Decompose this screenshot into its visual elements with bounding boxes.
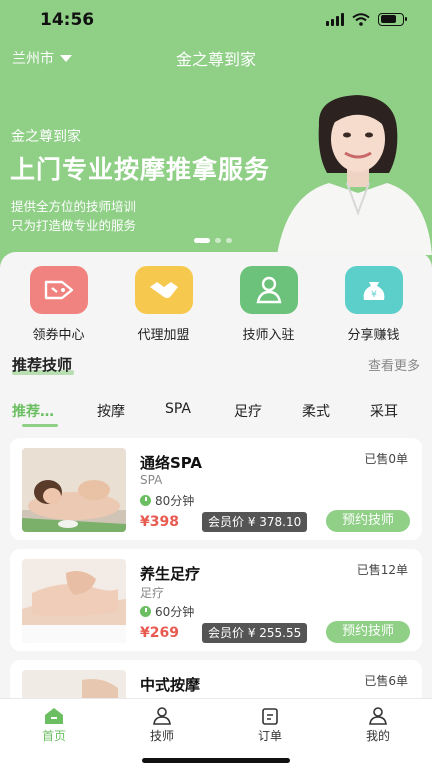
wifi-icon xyxy=(352,12,370,26)
home-icon xyxy=(45,708,63,724)
nav-label: 订单 xyxy=(257,729,282,743)
banner-dot[interactable] xyxy=(215,238,221,243)
service-category: 足疗 xyxy=(140,586,165,600)
book-technician-button[interactable]: 预约技师 xyxy=(326,621,410,643)
member-price-badge: 会员价 ¥ 255.55 xyxy=(202,623,308,643)
service-price: ¥398 xyxy=(140,514,179,530)
tab-massage[interactable]: 按摩 xyxy=(97,401,125,421)
clock-icon xyxy=(140,606,151,617)
service-category: SPA xyxy=(140,473,163,487)
quick-action-label: 技师入驻 xyxy=(242,328,295,343)
quick-action-label: 领券中心 xyxy=(32,328,85,343)
book-technician-button[interactable]: 预约技师 xyxy=(326,510,410,532)
nav-technician[interactable]: 技师 xyxy=(122,707,202,744)
signal-icon xyxy=(326,12,344,26)
banner-subtitle-2: 只为打造做专业的服务 xyxy=(11,218,137,233)
top-header: 兰州市 金之尊到家 xyxy=(0,44,432,70)
quick-actions: 领券中心 代理加盟 技师入驻 ¥ 分享赚钱 xyxy=(0,266,432,346)
service-image xyxy=(22,559,126,643)
profile-icon xyxy=(369,707,387,725)
nav-profile[interactable]: 我的 xyxy=(338,707,418,744)
money-bag-icon: ¥ xyxy=(344,266,403,314)
technician-icon xyxy=(153,707,171,725)
nav-orders[interactable]: 订单 xyxy=(230,707,310,744)
banner-dot[interactable] xyxy=(194,238,210,243)
service-name: 中式按摩 xyxy=(140,676,201,694)
tab-recommend[interactable]: 推荐… xyxy=(12,401,54,421)
battery-icon xyxy=(378,12,407,26)
nav-label: 我的 xyxy=(365,729,390,743)
handshake-icon xyxy=(134,266,193,314)
category-tabs: 推荐… 按摩 SPA 足疗 柔式 采耳 xyxy=(0,398,432,430)
banner-brand: 金之尊到家 xyxy=(11,129,81,145)
service-name: 养生足疗 xyxy=(140,565,201,583)
quick-action-join[interactable]: 技师入驻 xyxy=(224,266,314,346)
service-image xyxy=(22,448,126,532)
coupon-tag-icon xyxy=(29,266,88,314)
recommend-title: 推荐技师 xyxy=(12,356,73,374)
clock-icon xyxy=(140,495,151,506)
hero-area: 14:56 兰州市 金之尊到家 金之尊到家 上门专业按摩推拿服务 提供全方位的技… xyxy=(0,0,432,270)
sold-count: 已售6单 xyxy=(364,674,408,688)
banner-pagination[interactable] xyxy=(194,238,232,243)
nav-label: 首页 xyxy=(41,729,66,743)
therapist-photo xyxy=(277,95,432,255)
quick-action-agency[interactable]: 代理加盟 xyxy=(119,266,209,346)
sold-count: 已售12单 xyxy=(356,563,408,577)
duration-text: 80分钟 xyxy=(155,494,195,508)
app-title: 金之尊到家 xyxy=(175,50,256,69)
sold-count: 已售0单 xyxy=(364,452,408,466)
service-duration: 80分钟 xyxy=(140,492,194,509)
view-more-link[interactable]: 查看更多 xyxy=(368,355,420,374)
banner-headline: 上门专业按摩推拿服务 xyxy=(10,155,271,184)
status-time: 14:56 xyxy=(40,10,95,30)
banner-dot[interactable] xyxy=(226,238,232,243)
tab-spa[interactable]: SPA xyxy=(165,401,191,417)
quick-action-label: 分享赚钱 xyxy=(347,328,400,343)
recommend-header: 推荐技师 查看更多 xyxy=(12,352,420,376)
status-icons xyxy=(326,12,407,26)
service-duration: 60分钟 xyxy=(140,603,194,620)
tab-soft[interactable]: 柔式 xyxy=(302,401,330,421)
duration-text: 60分钟 xyxy=(155,605,195,619)
status-bar: 14:56 xyxy=(0,0,432,40)
nav-home[interactable]: 首页 xyxy=(14,707,94,744)
technician-badge-icon xyxy=(239,266,298,314)
tab-foot[interactable]: 足疗 xyxy=(234,401,262,421)
quick-action-label: 代理加盟 xyxy=(137,328,190,343)
service-card[interactable]: 养生足疗 已售12单 足疗 60分钟 ¥269 会员价 ¥ 255.55 预约技… xyxy=(10,549,422,651)
active-tab-indicator xyxy=(22,424,58,427)
quick-action-share[interactable]: ¥ 分享赚钱 xyxy=(329,266,419,346)
service-price: ¥269 xyxy=(140,625,179,641)
svg-text:¥: ¥ xyxy=(371,290,377,300)
nav-label: 技师 xyxy=(149,729,174,743)
service-card[interactable]: 通络SPA 已售0单 SPA 80分钟 ¥398 会员价 ¥ 378.10 预约… xyxy=(10,438,422,540)
banner-subtitle-1: 提供全方位的技师培训 xyxy=(11,199,137,214)
order-icon xyxy=(262,708,278,725)
tab-ear[interactable]: 采耳 xyxy=(370,401,398,421)
member-price-badge: 会员价 ¥ 378.10 xyxy=(202,512,308,532)
home-indicator xyxy=(142,758,290,763)
quick-action-coupons[interactable]: 领券中心 xyxy=(14,266,104,346)
service-name: 通络SPA xyxy=(140,454,203,472)
